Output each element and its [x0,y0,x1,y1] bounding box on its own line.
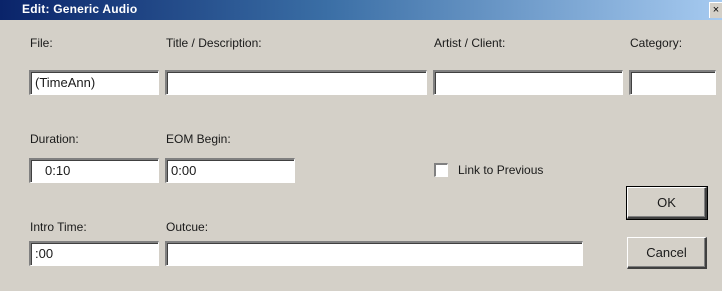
duration-label: Duration: [30,132,79,146]
title-description-field[interactable] [165,70,427,95]
eom-begin-label: EOM Begin: [166,132,231,146]
title-description-label: Title / Description: [166,36,262,50]
cancel-button[interactable]: Cancel [627,237,707,269]
outcue-field[interactable] [165,241,583,266]
outcue-label: Outcue: [166,220,209,234]
file-field[interactable]: (TimeAnn) [29,70,159,95]
title-bar[interactable]: Edit: Generic Audio × [0,0,722,20]
category-label: Category: [630,36,683,50]
edit-generic-audio-dialog: Edit: Generic Audio × File: (TimeAnn) Ti… [0,0,722,291]
eom-begin-field[interactable]: 0:00 [165,158,295,183]
category-field[interactable] [629,70,716,95]
link-to-previous-label[interactable]: Link to Previous [458,163,543,177]
intro-time-label: Intro Time: [30,220,87,234]
duration-field[interactable]: 0:10 [29,158,159,183]
artist-client-field[interactable] [433,70,623,95]
intro-time-field[interactable]: :00 [29,241,159,266]
close-icon[interactable]: × [709,2,722,18]
ok-button[interactable]: OK [626,186,708,220]
window-title: Edit: Generic Audio [22,2,138,16]
artist-client-label: Artist / Client: [434,36,506,50]
file-label: File: [30,36,53,50]
link-to-previous-checkbox[interactable] [434,163,448,177]
